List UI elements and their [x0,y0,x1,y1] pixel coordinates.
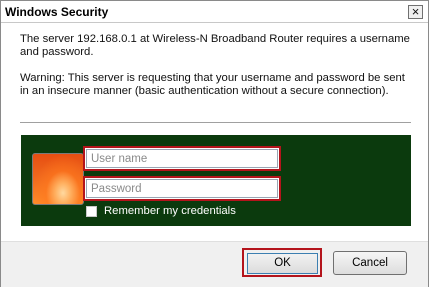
password-input[interactable] [86,179,278,198]
window-title: Windows Security [5,5,109,19]
title-separator [1,22,428,23]
user-avatar-icon [32,153,84,205]
title-bar[interactable]: Windows Security × [1,1,428,22]
server-message: The server 192.168.0.1 at Wireless-N Bro… [20,33,410,58]
windows-security-dialog: Windows Security × The server 192.168.0.… [0,0,429,287]
close-button[interactable]: × [408,4,423,19]
remember-checkbox[interactable] [86,206,97,217]
remember-label: Remember my credentials [104,205,236,217]
content-divider [20,122,411,123]
close-icon: × [411,4,420,19]
ok-button[interactable]: OK [247,253,318,274]
cancel-button[interactable]: Cancel [333,251,407,275]
username-field-highlight [83,146,281,171]
password-field-highlight [83,176,281,201]
warning-message: Warning: This server is requesting that … [20,72,405,97]
username-input[interactable] [86,149,278,168]
